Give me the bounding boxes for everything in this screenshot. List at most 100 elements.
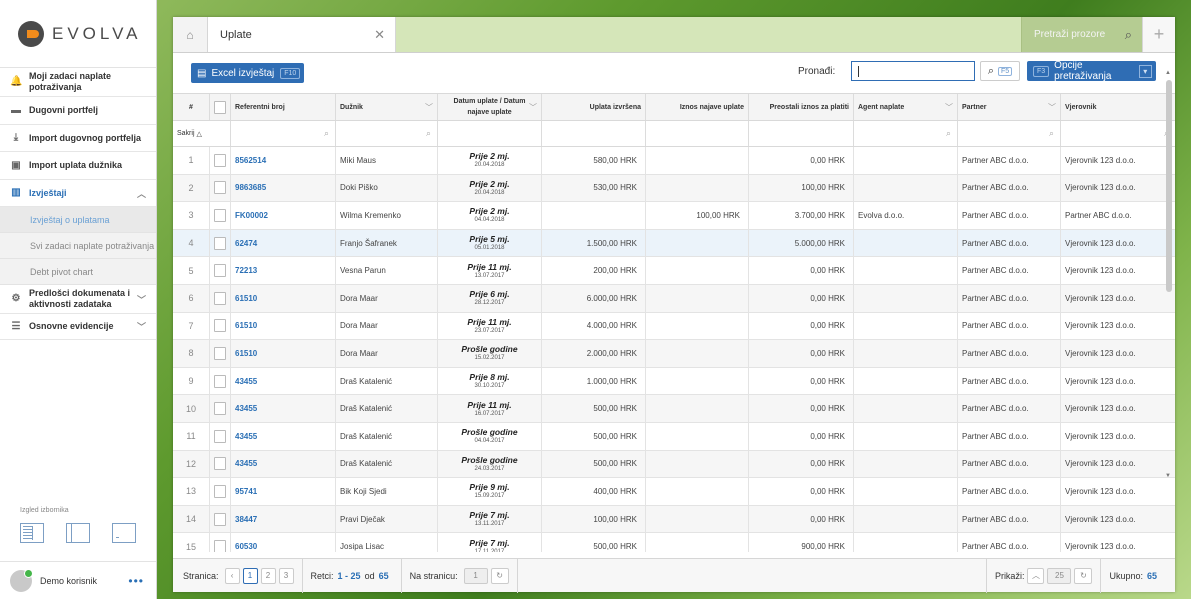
show-increase-button[interactable]: ︿ xyxy=(1027,567,1045,584)
scroll-down-icon[interactable]: ▼ xyxy=(1165,473,1171,479)
col-announced[interactable]: Iznos najave uplate xyxy=(646,94,749,120)
reference-link[interactable]: 43455 xyxy=(231,395,336,422)
row-checkbox[interactable] xyxy=(214,208,226,222)
reference-link[interactable]: 95741 xyxy=(231,478,336,505)
row-checkbox[interactable] xyxy=(214,236,226,250)
goto-refresh-button[interactable]: ↻ xyxy=(490,567,509,584)
select-all-checkbox[interactable] xyxy=(214,100,226,114)
reference-link[interactable]: 43455 xyxy=(231,422,336,450)
row-checkbox[interactable] xyxy=(214,402,226,416)
reference-link[interactable]: 8562514 xyxy=(231,147,336,174)
col-remaining[interactable]: Preostali iznos za platiti xyxy=(749,94,854,120)
logo[interactable]: EVOLVA xyxy=(0,0,156,68)
reference-link[interactable]: 43455 xyxy=(231,450,336,478)
row-checkbox[interactable] xyxy=(214,319,226,333)
avatar[interactable] xyxy=(10,568,33,592)
filter-date[interactable] xyxy=(438,121,542,146)
col-reference[interactable]: Referentni broj xyxy=(231,94,336,120)
row-checkbox[interactable] xyxy=(214,457,226,471)
reference-link[interactable]: 61510 xyxy=(231,340,336,367)
reference-link[interactable]: 72213 xyxy=(231,257,336,284)
row-checkbox[interactable] xyxy=(214,264,226,278)
home-tab[interactable]: ⌂ xyxy=(173,17,208,52)
reference-link[interactable]: 62474 xyxy=(231,229,336,257)
reference-link[interactable]: 60530 xyxy=(231,533,336,552)
table-row[interactable]: 2 9863685 Doki Piško Prije 2 mj. 20.04.2018 5… xyxy=(173,174,1175,203)
filter-agent[interactable]: ⌕ xyxy=(854,121,958,146)
reference-link[interactable]: 38447 xyxy=(231,505,336,533)
tab-uplate[interactable]: Uplate ✕ xyxy=(208,17,396,52)
sidebar-item-basic-records[interactable]: ☰ Osnovne evidencije ﹀ xyxy=(0,314,156,340)
add-tab-button[interactable]: + xyxy=(1142,17,1175,52)
table-row[interactable]: 13 95741 Bik Koji Sjedi Prije 9 mj. 15.09.20… xyxy=(173,478,1175,506)
find-button[interactable]: ⌕ F5 xyxy=(980,61,1020,81)
col-agent[interactable]: Agent naplate ﹀ xyxy=(854,94,958,120)
row-checkbox[interactable] xyxy=(214,374,226,388)
filter-debtor[interactable]: ⌕ xyxy=(336,121,438,146)
row-checkbox[interactable] xyxy=(214,346,226,360)
hide-filter-toggle[interactable]: Sakrij △ xyxy=(173,121,231,146)
filter-reference[interactable]: ⌕ xyxy=(231,121,336,146)
col-partner[interactable]: Partner ﹀ xyxy=(958,94,1061,120)
show-count-input[interactable]: 25 xyxy=(1047,567,1072,584)
layout-compact-icon[interactable] xyxy=(66,523,90,543)
filter-remaining[interactable] xyxy=(749,121,854,146)
prev-page-button[interactable]: ‹ xyxy=(224,567,240,584)
table-row[interactable]: 8 61510 Dora Maar Prošle godine 15.02.2017 2.… xyxy=(173,340,1175,368)
row-checkbox[interactable] xyxy=(214,291,226,305)
goto-page-input[interactable]: 1 xyxy=(463,567,488,584)
find-input[interactable] xyxy=(851,61,975,81)
reference-link[interactable]: 61510 xyxy=(231,312,336,340)
show-refresh-button[interactable]: ↻ xyxy=(1074,567,1093,584)
window-search[interactable]: Pretraži prozore ⌕ xyxy=(1021,17,1142,52)
table-row[interactable]: 1 8562514 Miki Maus Prije 2 mj. 20.04.2018 58… xyxy=(173,147,1175,175)
sidebar-item-my-tasks[interactable]: 🔔 Moji zadaci naplate potraživanja xyxy=(0,68,156,97)
col-debtor[interactable]: Dužnik ﹀ xyxy=(336,94,438,120)
table-row[interactable]: 14 38447 Pravi Dječak Prije 7 mj. 13.11.2017… xyxy=(173,505,1175,534)
filter-paid[interactable] xyxy=(542,121,646,146)
sidebar-item-templates[interactable]: ⚙ Predlošci dokumenata i aktivnosti zada… xyxy=(0,285,156,314)
table-row[interactable]: 3 FK00002 Wilma Kremenko Prije 2 mj. 04.04.2… xyxy=(173,202,1175,230)
page-1-button[interactable]: 1 xyxy=(242,567,258,584)
sidebar-item-reports[interactable]: ▥ Izvještaji ︿ xyxy=(0,180,156,207)
row-checkbox[interactable] xyxy=(214,484,226,498)
col-creditor[interactable]: Vjerovnik xyxy=(1061,94,1175,120)
sidebar-item-import-portfolio[interactable]: ⤓ Import dugovnog portfelja xyxy=(0,125,156,152)
table-row[interactable]: 4 62474 Franjo Šafranek Prije 5 mj. 05.01.20… xyxy=(173,229,1175,258)
row-checkbox[interactable] xyxy=(214,540,226,552)
table-row[interactable]: 5 72213 Vesna Parun Prije 11 mj. 13.07.2017 2… xyxy=(173,257,1175,285)
row-checkbox[interactable] xyxy=(214,512,226,526)
table-row[interactable]: 9 43455 Draš Katalenić Prije 8 mj. 30.10.201… xyxy=(173,367,1175,396)
vertical-scrollbar[interactable]: ▲ ▼ xyxy=(1165,70,1173,479)
row-checkbox[interactable] xyxy=(214,181,226,195)
page-3-button[interactable]: 3 xyxy=(278,567,294,584)
col-date[interactable]: Datum uplate / Datum najave uplate ﹀ xyxy=(438,94,542,120)
layout-hidden-icon[interactable] xyxy=(112,523,136,543)
table-row[interactable]: 6 61510 Dora Maar Prije 6 mj. 28.12.2017 6.00… xyxy=(173,284,1175,313)
table-row[interactable]: 7 61510 Dora Maar Prije 11 mj. 23.07.2017 4.0… xyxy=(173,312,1175,341)
table-row[interactable]: 11 43455 Draš Katalenić Prošle godine 04.04.… xyxy=(173,422,1175,451)
row-checkbox[interactable] xyxy=(214,429,226,443)
filter-partner[interactable]: ⌕ xyxy=(958,121,1061,146)
reference-link[interactable]: FK00002 xyxy=(231,202,336,229)
reference-link[interactable]: 61510 xyxy=(231,284,336,312)
page-2-button[interactable]: 2 xyxy=(260,567,276,584)
more-options-icon[interactable]: ••• xyxy=(128,574,144,588)
col-paid[interactable]: Uplata izvršena xyxy=(542,94,646,120)
layout-full-icon[interactable] xyxy=(20,523,44,543)
reference-link[interactable]: 43455 xyxy=(231,367,336,395)
filter-creditor[interactable]: ⌕ xyxy=(1061,121,1175,146)
table-row[interactable]: 15 60530 Josipa Lisac Prije 7 mj. 17.11.2017… xyxy=(173,533,1175,552)
sidebar-subitem-pivot-chart[interactable]: Debt pivot chart xyxy=(0,259,156,285)
sidebar-item-import-payments[interactable]: ▣ Import uplata dužnika xyxy=(0,152,156,180)
search-options-button[interactable]: F3 Opcije pretraživanja ▾ xyxy=(1027,60,1156,82)
excel-report-button[interactable]: ▤ Excel izvještaj F10 xyxy=(191,63,305,83)
table-row[interactable]: 12 43455 Draš Katalenić Prošle godine 24.03.… xyxy=(173,450,1175,479)
row-checkbox[interactable] xyxy=(214,153,226,167)
sidebar-subitem-all-tasks[interactable]: Svi zadaci naplate potraživanja xyxy=(0,233,156,259)
scroll-up-icon[interactable]: ▲ xyxy=(1165,70,1171,76)
sidebar-item-debt-portfolio[interactable]: ▬ Dugovni portfelj xyxy=(0,97,156,125)
table-row[interactable]: 10 43455 Draš Katalenić Prije 11 mj. 16.07.2… xyxy=(173,395,1175,423)
close-icon[interactable]: ✕ xyxy=(374,27,385,43)
filter-announced[interactable] xyxy=(646,121,749,146)
